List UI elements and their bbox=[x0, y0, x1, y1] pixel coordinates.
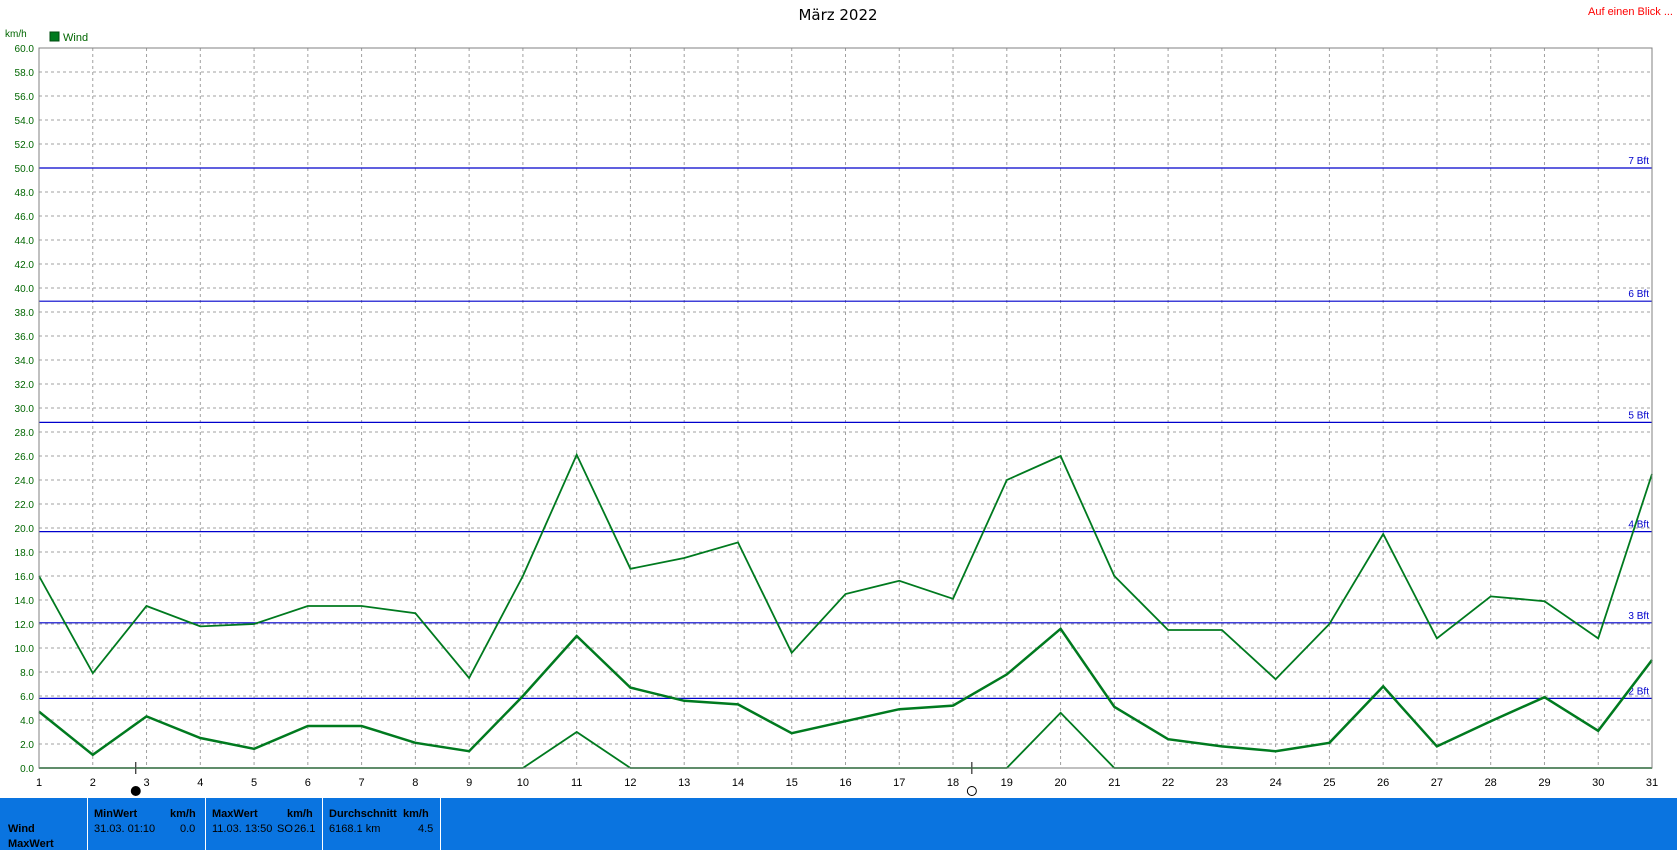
x-tick-label: 2 bbox=[90, 777, 96, 789]
x-tick-label: 30 bbox=[1592, 777, 1604, 789]
x-tick-label: 25 bbox=[1323, 777, 1335, 789]
series-lines bbox=[38, 452, 1653, 769]
x-axis: 1 2 3 4 5 6 7 8 9 10 11 12 13 14 15 16 17 18 19 20 21 22 23 24 2… bbox=[36, 777, 1658, 789]
separator bbox=[322, 798, 323, 850]
x-tick-label: 17 bbox=[893, 777, 905, 789]
x-tick-label: 19 bbox=[1001, 777, 1013, 789]
max-direction: SO bbox=[277, 823, 293, 835]
y-tick-label: 56.0 bbox=[15, 92, 35, 103]
min-value: 0.0 bbox=[180, 823, 196, 835]
x-tick-label: 31 bbox=[1646, 777, 1658, 789]
x-tick-label: 12 bbox=[624, 777, 636, 789]
chart-title: März 2022 bbox=[798, 6, 877, 24]
y-tick-label: 6.0 bbox=[20, 692, 34, 703]
y-tick-label: 30.0 bbox=[15, 404, 35, 415]
x-tick-label: 5 bbox=[251, 777, 257, 789]
y-tick-label: 14.0 bbox=[15, 596, 35, 607]
max-value: 26.1 bbox=[294, 823, 316, 835]
y-tick-label: 20.0 bbox=[15, 524, 35, 535]
beaufort-label: 3 Bft bbox=[1628, 611, 1649, 622]
max-header: MaxWert bbox=[212, 808, 258, 820]
x-tick-label: 22 bbox=[1162, 777, 1174, 789]
wind-chart: März 2022 km/h Wind 0.0 2.0 4.0 6.0 8.0 10.0 1… bbox=[5, 6, 1658, 796]
x-tick-label: 4 bbox=[197, 777, 203, 789]
y-tick-label: 54.0 bbox=[15, 116, 35, 127]
at-a-glance-link[interactable]: Auf einen Blick ... bbox=[1588, 6, 1673, 18]
x-tick-label: 11 bbox=[571, 777, 582, 789]
avg-distance: 6168.1 km bbox=[329, 823, 381, 835]
y-tick-label: 2.0 bbox=[20, 740, 34, 751]
x-tick-label: 29 bbox=[1538, 777, 1550, 789]
x-tick-label: 3 bbox=[143, 777, 149, 789]
x-tick-label: 18 bbox=[947, 777, 959, 789]
x-tick-label: 24 bbox=[1270, 777, 1282, 789]
x-tick-label: 21 bbox=[1108, 777, 1120, 789]
x-tick-label: 1 bbox=[36, 777, 42, 789]
min-unit: km/h bbox=[170, 808, 196, 820]
max-unit: km/h bbox=[287, 808, 313, 820]
separator bbox=[205, 798, 206, 850]
separator bbox=[440, 798, 441, 850]
x-tick-label: 13 bbox=[678, 777, 690, 789]
x-tick-label: 14 bbox=[732, 777, 744, 789]
beaufort-label: 4 Bft bbox=[1628, 520, 1649, 531]
separator bbox=[87, 798, 88, 850]
y-tick-label: 12.0 bbox=[15, 620, 35, 631]
y-tick-label: 18.0 bbox=[15, 548, 35, 559]
row-label-maxwert: MaxWert bbox=[8, 838, 54, 850]
x-tick-label: 16 bbox=[839, 777, 851, 789]
new-moon-icon bbox=[130, 786, 141, 796]
y-tick-label: 28.0 bbox=[15, 428, 35, 439]
y-axis-unit-label: km/h bbox=[5, 29, 27, 40]
x-tick-label: 6 bbox=[305, 777, 311, 789]
y-tick-label: 48.0 bbox=[15, 188, 35, 199]
avg-header: Durchschnitt bbox=[329, 808, 397, 820]
y-tick-label: 46.0 bbox=[15, 212, 35, 223]
y-tick-label: 34.0 bbox=[15, 356, 35, 367]
stats-panel: Wind MaxWert MinWert km/h 31.03. 01:10 0… bbox=[0, 798, 1677, 850]
y-tick-label: 22.0 bbox=[15, 500, 35, 511]
y-tick-label: 16.0 bbox=[15, 572, 35, 583]
x-tick-label: 7 bbox=[359, 777, 365, 789]
y-axis: 0.0 2.0 4.0 6.0 8.0 10.0 12.0 14.0 16.0 18.0 20.0 2… bbox=[15, 44, 35, 775]
avg-unit: km/h bbox=[403, 808, 429, 820]
beaufort-label: 6 Bft bbox=[1628, 289, 1649, 300]
y-tick-label: 4.0 bbox=[20, 716, 34, 727]
y-tick-label: 10.0 bbox=[15, 644, 35, 655]
y-tick-label: 8.0 bbox=[20, 668, 34, 679]
y-tick-label: 52.0 bbox=[15, 140, 35, 151]
x-tick-label: 28 bbox=[1485, 777, 1497, 789]
y-tick-label: 42.0 bbox=[15, 260, 35, 271]
y-tick-label: 0.0 bbox=[20, 764, 34, 775]
y-tick-label: 24.0 bbox=[15, 476, 35, 487]
x-tick-label: 27 bbox=[1431, 777, 1443, 789]
row-label-wind: Wind bbox=[8, 823, 35, 835]
y-tick-label: 58.0 bbox=[15, 68, 35, 79]
legend-swatch bbox=[49, 31, 60, 42]
max-time: 11.03. 13:50 bbox=[212, 823, 273, 835]
y-tick-label: 60.0 bbox=[15, 44, 35, 55]
x-tick-label: 26 bbox=[1377, 777, 1389, 789]
beaufort-label: 7 Bft bbox=[1628, 156, 1649, 167]
x-tick-label: 8 bbox=[412, 777, 418, 789]
y-tick-label: 44.0 bbox=[15, 236, 35, 247]
x-tick-label: 20 bbox=[1054, 777, 1066, 789]
y-tick-label: 38.0 bbox=[15, 308, 35, 319]
x-tick-label: 15 bbox=[786, 777, 798, 789]
y-tick-label: 50.0 bbox=[15, 164, 35, 175]
beaufort-label: 5 Bft bbox=[1628, 410, 1649, 421]
x-tick-label: 9 bbox=[466, 777, 472, 789]
legend-label: Wind bbox=[63, 32, 88, 44]
min-time: 31.03. 01:10 bbox=[94, 823, 156, 835]
y-tick-label: 36.0 bbox=[15, 332, 35, 343]
y-tick-label: 40.0 bbox=[15, 284, 35, 295]
y-tick-label: 26.0 bbox=[15, 452, 35, 463]
x-tick-label: 23 bbox=[1216, 777, 1228, 789]
min-header: MinWert bbox=[94, 808, 138, 820]
grid bbox=[38, 47, 1653, 769]
y-tick-label: 32.0 bbox=[15, 380, 35, 391]
avg-value: 4.5 bbox=[418, 823, 434, 835]
full-moon-icon bbox=[966, 786, 977, 796]
x-tick-label: 10 bbox=[517, 777, 529, 789]
